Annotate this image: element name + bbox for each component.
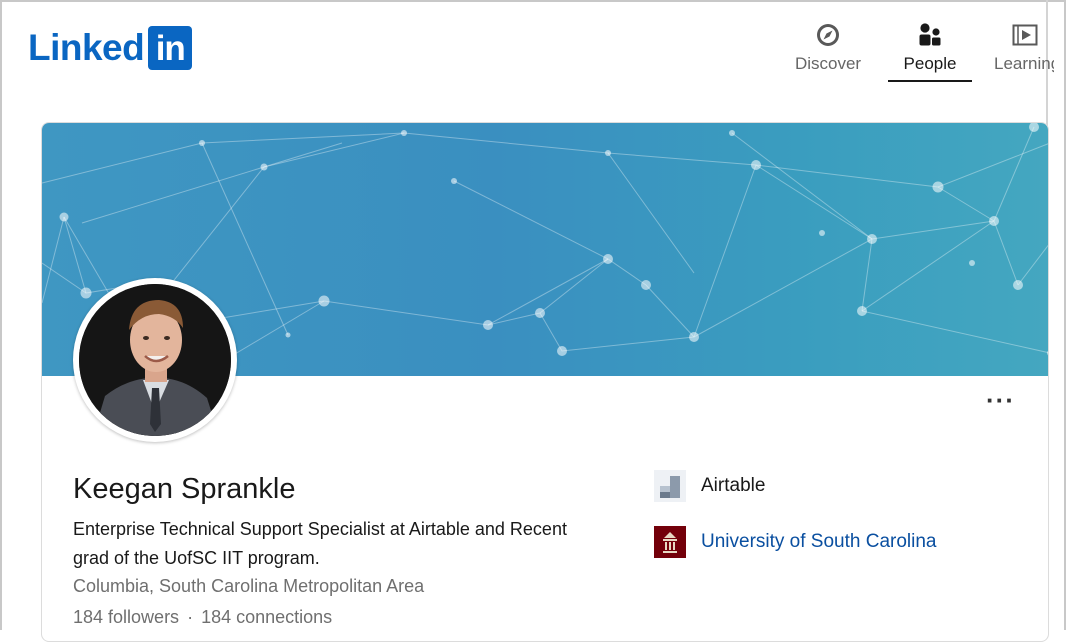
profile-name: Keegan Sprankle: [73, 473, 296, 505]
linkedin-logo[interactable]: Linked in: [28, 26, 193, 70]
profile-headline: Enterprise Technical Support Specialist …: [73, 519, 567, 568]
video-icon: [1012, 24, 1038, 46]
profile-location: Columbia, South Carolina Metropolitan Ar…: [73, 576, 425, 596]
compass-icon: [817, 24, 839, 46]
org-usc-name: University of South Carolina: [701, 531, 937, 552]
nav-discover[interactable]: Discover: [788, 18, 868, 82]
nav-learning[interactable]: Learning: [994, 18, 1054, 82]
profile-photo: [79, 284, 231, 436]
stats-separator: ·: [187, 607, 194, 627]
org-usc[interactable]: University of South Carolina: [654, 526, 937, 558]
usc-logo-icon: [654, 526, 686, 558]
people-icon: [919, 23, 941, 46]
org-airtable[interactable]: Airtable: [654, 470, 765, 502]
connections-count[interactable]: 184 connections: [201, 607, 332, 627]
nav-discover-label: Discover: [794, 54, 862, 73]
airtable-logo-icon: [654, 470, 686, 502]
nav-people[interactable]: People: [888, 18, 972, 82]
followers-count[interactable]: 184 followers: [73, 607, 179, 627]
logo-wordmark: Linked: [28, 27, 145, 68]
nav-people-label: People: [903, 54, 957, 73]
org-airtable-name: Airtable: [701, 475, 766, 496]
profile-avatar[interactable]: [73, 278, 237, 442]
logo-in-box: in: [148, 26, 193, 70]
more-options-button[interactable]: ···: [986, 387, 1015, 413]
profile-stats: 184 followers · 184 connections: [73, 607, 332, 628]
nav-learning-label: Learning: [994, 54, 1054, 73]
